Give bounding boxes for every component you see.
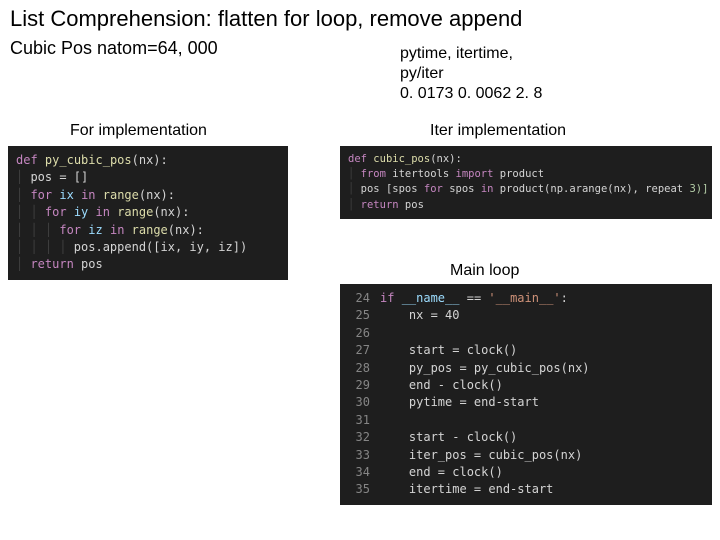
kw-for: for: [59, 223, 81, 237]
id: pos: [405, 199, 424, 211]
heading-iter-impl: Iter implementation: [430, 122, 566, 140]
str: '__main__': [488, 291, 560, 305]
rest: (nx):: [153, 205, 189, 219]
code-iter-implementation: def cubic_pos(nx): │ from itertools impo…: [340, 146, 712, 219]
var: pos: [81, 257, 103, 271]
line: start - clock(): [409, 430, 517, 444]
var: iy: [74, 205, 88, 219]
heading-main-loop: Main loop: [450, 262, 519, 280]
lineno: 28: [348, 360, 370, 377]
fn: range: [132, 223, 168, 237]
line: nx = 40: [409, 308, 460, 322]
kw-from: from: [361, 168, 386, 180]
lineno: 29: [348, 377, 370, 394]
kw-for: for: [30, 188, 52, 202]
line: pytime = end-start: [409, 395, 539, 409]
id: spos: [449, 183, 474, 195]
slide-title: List Comprehension: flatten for loop, re…: [0, 0, 720, 34]
lineno: 25: [348, 307, 370, 324]
fn-name: cubic_pos: [373, 153, 430, 165]
fn: range: [117, 205, 153, 219]
var: iz: [88, 223, 102, 237]
args: (nx):: [132, 153, 168, 167]
code-for-implementation: def py_cubic_pos(nx): │ pos = [] │ for i…: [8, 146, 288, 280]
dunder: __name__: [402, 291, 460, 305]
stats-line-3: 0. 0173 0. 0062 2. 8: [400, 84, 542, 104]
kw-for: for: [424, 183, 443, 195]
id: product(np.arange(nx), repeat: [500, 183, 683, 195]
lineno: 35: [348, 481, 370, 498]
kw-def: def: [16, 153, 38, 167]
line: iter_pos = cubic_pos(nx): [409, 448, 582, 462]
rest: (nx):: [139, 188, 175, 202]
kw-if: if: [380, 291, 394, 305]
line: py_pos = py_cubic_pos(nx): [409, 361, 590, 375]
kw-in: in: [110, 223, 124, 237]
name: product: [500, 168, 544, 180]
fn-name: py_cubic_pos: [45, 153, 132, 167]
fn: range: [103, 188, 139, 202]
lineno: 32: [348, 429, 370, 446]
line: start = clock(): [409, 343, 517, 357]
kw-in: in: [81, 188, 95, 202]
code-main-loop: 24if __name__ == '__main__': 25 nx = 40 …: [340, 284, 712, 505]
kw-in: in: [481, 183, 494, 195]
args: (nx):: [430, 153, 462, 165]
mod: itertools: [392, 168, 449, 180]
id: [spos: [386, 183, 418, 195]
kw-def: def: [348, 153, 367, 165]
id: pos: [361, 183, 380, 195]
line: itertime = end-start: [409, 482, 554, 496]
kw-in: in: [96, 205, 110, 219]
rest: (nx):: [168, 223, 204, 237]
line: pos.append([ix, iy, iz]): [74, 240, 247, 254]
lineno: 31: [348, 412, 370, 429]
kw-return: return: [361, 199, 399, 211]
lineno: 24: [348, 290, 370, 307]
lineno: 30: [348, 394, 370, 411]
kw-for: for: [45, 205, 67, 219]
op: ==: [467, 291, 481, 305]
var: ix: [59, 188, 73, 202]
lineno: 34: [348, 464, 370, 481]
line: end = clock(): [409, 465, 503, 479]
line: end - clock(): [409, 378, 503, 392]
stats-line-1: pytime, itertime,: [400, 44, 542, 64]
lineno: 26: [348, 325, 370, 342]
lineno: 27: [348, 342, 370, 359]
heading-for-impl: For implementation: [70, 122, 207, 140]
line: pos = []: [30, 170, 88, 184]
num: 3)]: [689, 183, 708, 195]
kw-import: import: [456, 168, 494, 180]
lineno: 33: [348, 447, 370, 464]
timing-stats: pytime, itertime, py/iter 0. 0173 0. 006…: [400, 44, 542, 104]
kw-return: return: [30, 257, 73, 271]
stats-line-2: py/iter: [400, 64, 542, 84]
slide-subtitle: Cubic Pos natom=64, 000: [0, 34, 720, 61]
colon: :: [561, 291, 568, 305]
